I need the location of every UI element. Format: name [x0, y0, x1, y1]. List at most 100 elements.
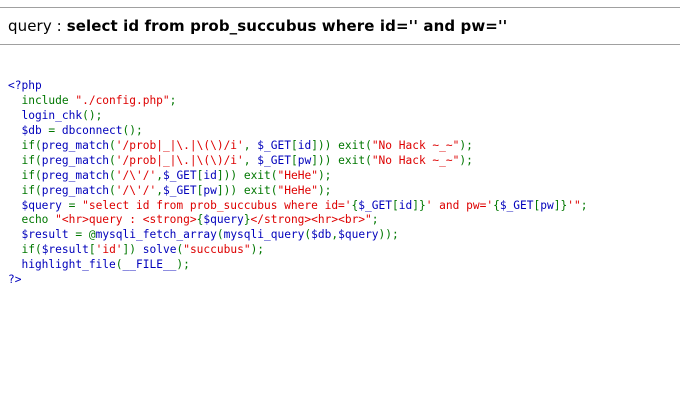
code-token: $query — [338, 228, 379, 242]
code-line: if($result['id']) solve("succubus"); — [8, 243, 587, 258]
code-line: if(preg_match('/\'/',$_GET[pw])) exit("H… — [8, 184, 587, 199]
code-token: ( — [109, 168, 116, 182]
code-token: $result — [8, 228, 76, 242]
bottom-horizontal-rule — [0, 44, 680, 45]
code-token: pw — [540, 198, 554, 212]
code-token: ; — [580, 198, 588, 212]
code-token: ] — [412, 198, 419, 212]
code-token: $result — [41, 243, 89, 257]
code-token: include — [8, 93, 76, 107]
code-token: , — [156, 168, 163, 182]
code-token: "select id from prob_succubus where id=' — [82, 198, 352, 212]
code-token: if( — [8, 168, 42, 182]
code-token: "<hr>query : <strong> — [55, 213, 197, 227]
code-token: } — [418, 198, 426, 212]
code-token: ' and pw=' — [425, 198, 494, 212]
code-token: ])) exit( — [216, 168, 278, 182]
code-line: $result = @mysqli_fetch_array(mysqli_que… — [8, 228, 587, 243]
query-prefix-label: query : — [8, 17, 67, 35]
code-token: ( — [109, 138, 116, 152]
code-token: "HeHe" — [277, 183, 318, 197]
code-token: = — [68, 198, 83, 212]
code-token: ); — [176, 258, 190, 272]
code-token: $db — [311, 228, 332, 242]
code-line: echo "<hr>query : <strong>{$query}</stro… — [8, 213, 587, 228]
code-line: login_chk(); — [8, 109, 587, 124]
code-token: ; — [371, 213, 379, 227]
code-token: pw — [297, 153, 312, 167]
code-token: pw — [203, 183, 217, 197]
code-line: ?> — [8, 273, 587, 288]
code-token: 'id' — [95, 243, 123, 257]
code-token: if( — [8, 153, 42, 167]
code-token: , — [243, 153, 258, 167]
code-token: ])) exit( — [311, 138, 372, 152]
code-token: )); — [378, 228, 399, 242]
code-token: dbconnect — [61, 123, 123, 137]
code-token: if( — [8, 138, 42, 152]
code-line: if(preg_match('/\'/',$_GET[id])) exit("H… — [8, 169, 587, 184]
code-token: ( — [115, 258, 123, 272]
code-token: ); — [459, 153, 473, 167]
code-token: ); — [317, 183, 332, 197]
code-line: highlight_file(__FILE__); — [8, 258, 587, 273]
code-token: preg_match — [41, 168, 110, 182]
code-token: __FILE__ — [122, 258, 177, 272]
code-token: '/prob|_|\.|\(\)/i' — [115, 153, 244, 167]
code-token: "HeHe" — [277, 168, 318, 182]
code-token: "./config.php" — [75, 93, 170, 107]
code-token: preg_match — [41, 183, 110, 197]
code-token: } — [243, 213, 251, 227]
code-token: [ — [290, 138, 298, 152]
code-line: if(preg_match('/prob|_|\.|\(\)/i', $_GET… — [8, 139, 587, 154]
code-token: $query — [203, 213, 244, 227]
code-token: id — [398, 198, 413, 212]
code-token: '/prob|_|\.|\(\)/i' — [115, 138, 244, 152]
code-token: ; — [169, 93, 177, 107]
code-token: { — [493, 198, 500, 212]
code-token: <?php — [8, 79, 42, 92]
code-token: </strong><hr><br>" — [250, 213, 372, 227]
code-token: '/\'/' — [115, 168, 157, 182]
code-token: [ — [290, 153, 298, 167]
code-line: $db = dbconnect(); — [8, 124, 587, 139]
code-token: echo — [8, 213, 56, 227]
code-token: highlight_file — [8, 258, 116, 272]
code-token: ]) — [122, 243, 143, 257]
code-token: preg_match — [41, 153, 110, 167]
code-token: = — [48, 123, 62, 137]
code-line: $query = "select id from prob_succubus w… — [8, 199, 587, 214]
code-token: ( — [216, 228, 224, 242]
code-token: [ — [391, 198, 399, 212]
code-token: (); — [122, 123, 143, 137]
code-line: if(preg_match('/prob|_|\.|\(\)/i', $_GET… — [8, 154, 587, 169]
code-token: mysqli_fetch_array — [95, 228, 217, 242]
code-token: preg_match — [41, 138, 110, 152]
code-token: = @ — [75, 228, 96, 242]
code-token: id — [297, 138, 312, 152]
top-horizontal-rule — [0, 7, 680, 8]
code-token: ( — [109, 183, 116, 197]
code-token: $_GET — [499, 198, 534, 212]
code-token: $query — [8, 198, 69, 212]
code-token: $db — [8, 123, 49, 137]
code-token: $_GET — [257, 138, 291, 152]
query-output-line: query : select id from prob_succubus whe… — [8, 17, 507, 35]
code-token: ])) exit( — [216, 183, 278, 197]
code-token: $_GET — [257, 153, 291, 167]
code-line: <?php — [8, 79, 587, 94]
code-token: ])) exit( — [311, 153, 372, 167]
code-token: ); — [459, 138, 473, 152]
code-token: if( — [8, 243, 42, 257]
query-text: select id from prob_succubus where id=''… — [66, 17, 508, 35]
highlighted-source-code: <?php include "./config.php"; login_chk(… — [8, 79, 587, 288]
code-token: mysqli_query — [223, 228, 305, 242]
code-token: '" — [567, 198, 581, 212]
code-token: [ — [88, 243, 96, 257]
code-token: solve — [142, 243, 177, 257]
code-token: id — [203, 168, 217, 182]
code-token: ?> — [8, 273, 22, 287]
code-token: ); — [317, 168, 332, 182]
code-token: ( — [109, 153, 116, 167]
code-token: '/\'/' — [115, 183, 157, 197]
